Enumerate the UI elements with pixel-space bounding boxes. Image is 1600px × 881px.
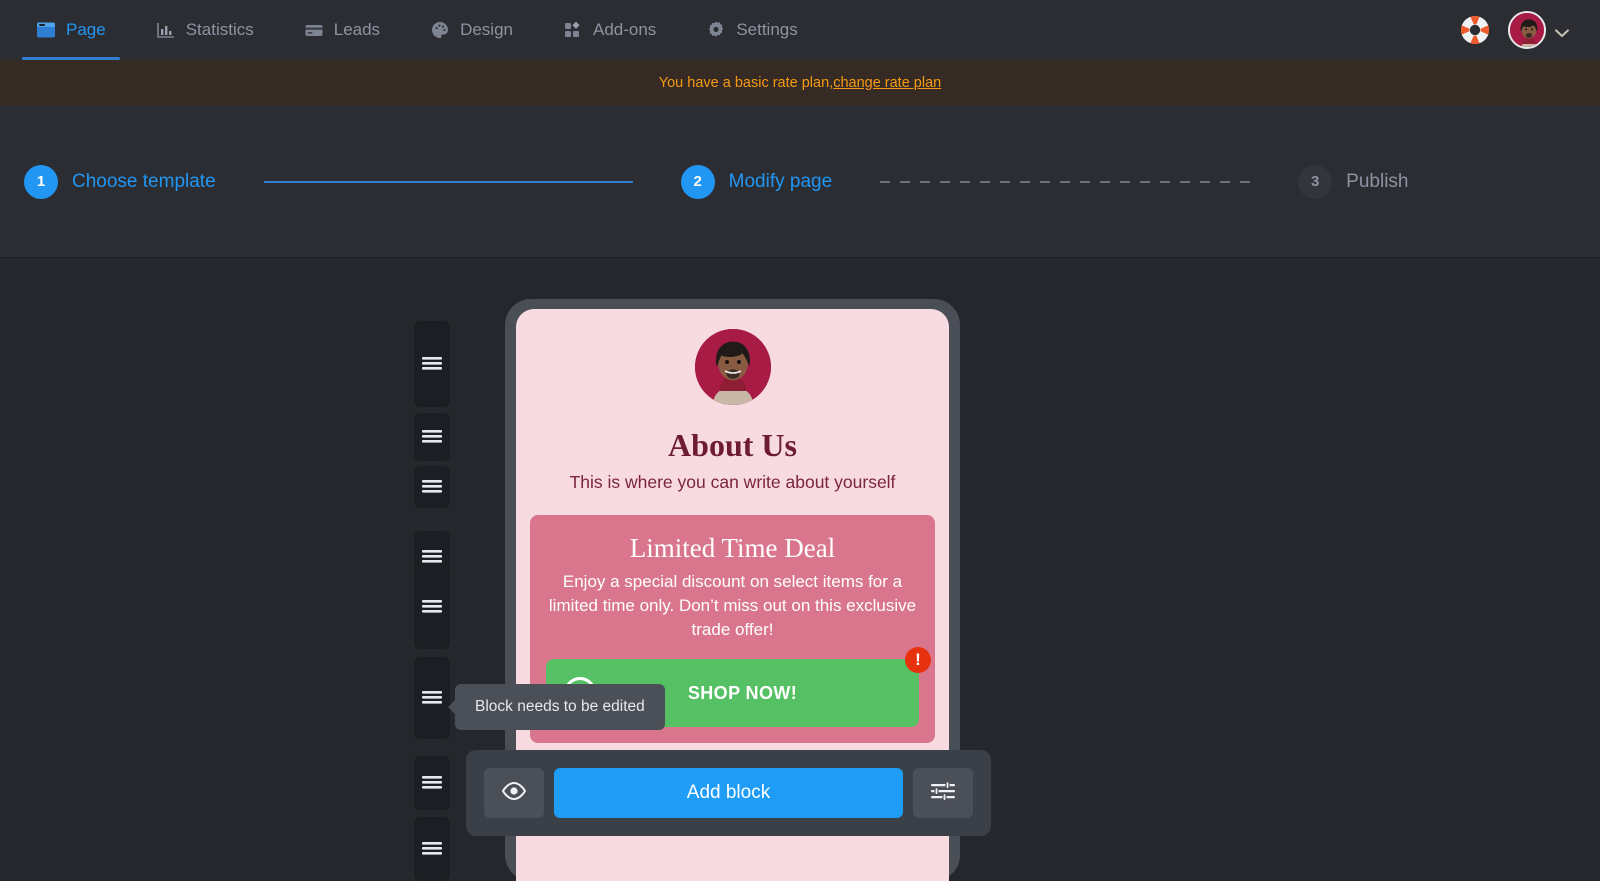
- step-2-number: 2: [680, 164, 715, 199]
- nav-items: Page Statistics Leads Design Add-ons Set…: [0, 0, 834, 60]
- preview-button[interactable]: [484, 768, 544, 818]
- page-editor-canvas: About Us This is where you can write abo…: [0, 259, 1600, 881]
- step-1-label: Choose template: [72, 170, 216, 192]
- drag-handle-1[interactable]: [414, 321, 450, 407]
- hamburger-icon: [422, 356, 442, 372]
- deal-body: Enjoy a special discount on select items…: [548, 572, 917, 639]
- block-settings-button[interactable]: [913, 768, 973, 818]
- design-icon: [430, 20, 450, 40]
- step-connector-2: [880, 180, 1251, 183]
- leads-icon: [304, 20, 324, 40]
- profile-photo[interactable]: [694, 329, 771, 405]
- lifebuoy-icon[interactable]: [1460, 15, 1490, 45]
- step-3-number: 3: [1298, 164, 1333, 199]
- page-icon: [36, 20, 56, 40]
- drag-handle-3[interactable]: [414, 466, 450, 508]
- statistics-icon: [156, 20, 176, 40]
- hamburger-icon: [422, 479, 442, 495]
- hamburger-icon: [422, 599, 442, 615]
- rate-plan-text: You have a basic rate plan,: [658, 75, 834, 91]
- nav-right-actions: [1460, 11, 1600, 49]
- eye-icon: [501, 781, 527, 805]
- step-2-label: Modify page: [728, 170, 833, 192]
- nav-tab-page[interactable]: Page: [22, 0, 120, 60]
- hamburger-icon: [422, 690, 442, 706]
- editor-toolbar: Add block: [466, 750, 991, 836]
- nav-tab-leads[interactable]: Leads: [290, 0, 394, 60]
- step-3-label: Publish: [1346, 170, 1409, 192]
- nav-tab-page-label: Page: [66, 20, 106, 39]
- drag-handle-6[interactable]: [414, 657, 450, 739]
- block-needs-edit-tooltip: Block needs to be edited: [448, 684, 665, 730]
- drag-handle-5[interactable]: [414, 565, 450, 649]
- nav-tab-design[interactable]: Design: [416, 0, 527, 60]
- drag-handle-7[interactable]: [414, 756, 450, 810]
- nav-tab-settings[interactable]: Settings: [692, 0, 811, 60]
- change-rate-plan-link[interactable]: change rate plan: [833, 75, 941, 91]
- top-navigation-bar: Page Statistics Leads Design Add-ons Set…: [0, 0, 1600, 60]
- chevron-down-icon: [1554, 25, 1570, 37]
- step-choose-template[interactable]: 1 Choose template: [24, 164, 216, 199]
- nav-tab-settings-label: Settings: [736, 20, 798, 39]
- sliders-icon: [931, 780, 955, 806]
- addons-icon: [563, 20, 583, 40]
- user-menu[interactable]: [1508, 11, 1570, 49]
- preview-subtitle: This is where you can write about yourse…: [569, 472, 896, 492]
- tooltip-text: Block needs to be edited: [475, 698, 645, 715]
- avatar: [1508, 11, 1546, 49]
- hamburger-icon: [422, 775, 442, 791]
- step-modify-page[interactable]: 2 Modify page: [680, 164, 833, 199]
- settings-icon: [706, 20, 726, 40]
- drag-handle-8[interactable]: [414, 817, 450, 881]
- wizard-stepper: 1 Choose template 2 Modify page 3 Publis…: [0, 106, 1600, 258]
- nav-tab-leads-label: Leads: [333, 20, 381, 39]
- step-publish[interactable]: 3 Publish: [1298, 164, 1409, 199]
- step-connector-1: [263, 180, 633, 183]
- preview-title: About Us: [668, 427, 797, 463]
- needs-edit-badge[interactable]: !: [905, 647, 931, 674]
- drag-handle-2[interactable]: [414, 413, 450, 461]
- nav-tab-addons[interactable]: Add-ons: [549, 0, 670, 60]
- add-block-button[interactable]: Add block: [554, 768, 903, 818]
- hamburger-icon: [422, 549, 442, 565]
- nav-tab-addons-label: Add-ons: [592, 20, 657, 39]
- hamburger-icon: [422, 429, 442, 445]
- deal-title: Limited Time Deal: [629, 533, 836, 563]
- step-1-number: 1: [24, 164, 58, 199]
- rate-plan-banner: You have a basic rate plan, change rate …: [0, 60, 1600, 106]
- nav-tab-statistics[interactable]: Statistics: [142, 0, 268, 60]
- nav-tab-design-label: Design: [460, 20, 513, 39]
- nav-tab-statistics-label: Statistics: [185, 20, 254, 39]
- hamburger-icon: [422, 841, 442, 857]
